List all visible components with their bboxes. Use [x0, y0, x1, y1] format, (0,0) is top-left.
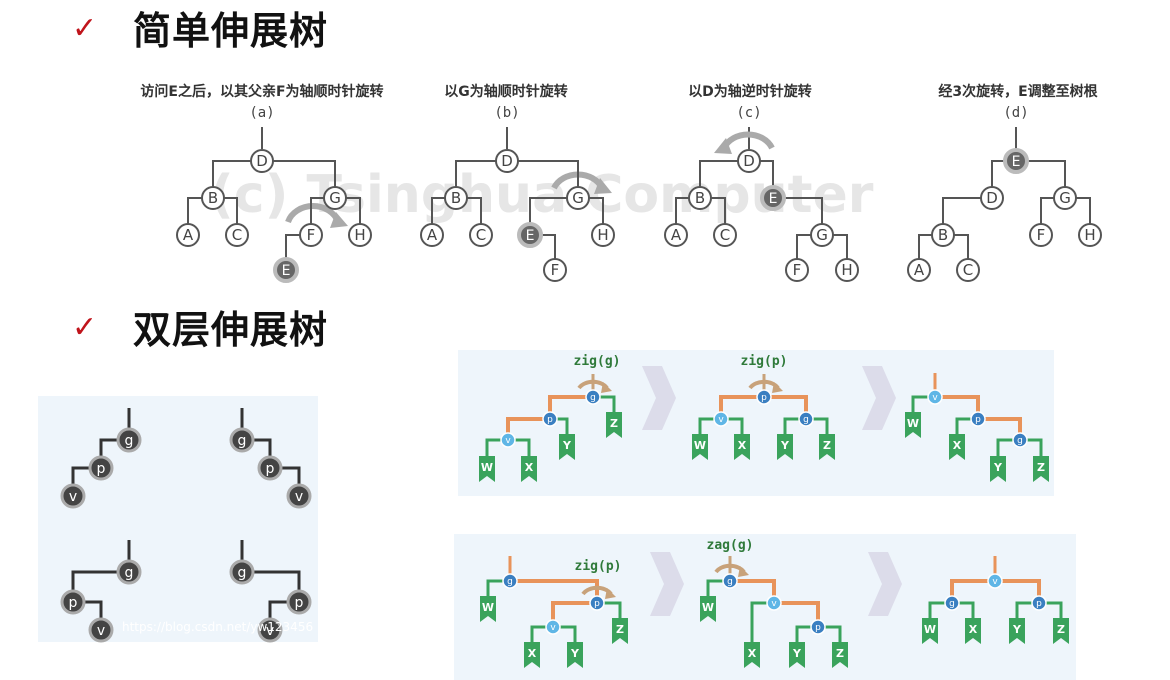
- splay-node-g: g: [502, 573, 518, 589]
- svg-text:Z: Z: [836, 647, 844, 660]
- splay-node-g: g: [944, 595, 960, 611]
- splay-node-p: p: [810, 619, 826, 635]
- splay-node-p: p: [756, 389, 772, 405]
- svg-text:Z: Z: [616, 623, 624, 636]
- svg-text:v: v: [550, 623, 556, 633]
- splay-node-v: v: [545, 619, 561, 635]
- subtree-leaf-w: W: [480, 596, 496, 622]
- splay-node-v: v: [987, 573, 1003, 589]
- svg-text:Y: Y: [993, 461, 1003, 474]
- svg-text:W: W: [481, 461, 493, 474]
- subtree-leaf-w: W: [479, 456, 495, 482]
- svg-text:v: v: [505, 436, 511, 446]
- subtree-leaf-y: Y: [777, 434, 793, 460]
- svg-text:v: v: [932, 393, 938, 403]
- subtree-leaf-z: Z: [1033, 456, 1049, 482]
- subtree-leaf-y: Y: [789, 642, 805, 668]
- op-label: zig(p): [575, 559, 622, 574]
- svg-text:g: g: [507, 577, 513, 587]
- svg-text:W: W: [482, 601, 494, 614]
- svg-text:p: p: [975, 415, 981, 425]
- svg-text:X: X: [528, 647, 537, 660]
- svg-text:g: g: [949, 599, 955, 609]
- dual-sequence-figure: zig(g) zig(p) zig(p) zag(g) g p v Z Y W Xp v g W X…: [479, 354, 1069, 668]
- svg-text:W: W: [924, 623, 936, 636]
- subtree-leaf-x: X: [965, 618, 981, 644]
- svg-text:Y: Y: [792, 647, 802, 660]
- svg-text:v: v: [992, 577, 998, 587]
- op-label: zag(g): [707, 538, 754, 553]
- splay-node-v: v: [927, 389, 943, 405]
- svg-text:X: X: [748, 647, 757, 660]
- subtree-leaf-y: Y: [1009, 618, 1025, 644]
- svg-text:X: X: [525, 461, 534, 474]
- svg-text:W: W: [907, 417, 919, 430]
- next-step-arrow-icon: [862, 366, 896, 430]
- svg-text:Y: Y: [780, 439, 790, 452]
- subtree-leaf-x: X: [734, 434, 750, 460]
- subtree-leaf-z: Z: [832, 642, 848, 668]
- subtree-leaf-z: Z: [612, 618, 628, 644]
- subtree-leaf-w: W: [905, 412, 921, 438]
- svg-text:g: g: [1017, 436, 1023, 446]
- svg-text:W: W: [702, 601, 714, 614]
- svg-text:Z: Z: [1057, 623, 1065, 636]
- svg-text:v: v: [771, 599, 777, 609]
- subtree-leaf-y: Y: [559, 434, 575, 460]
- svg-text:X: X: [738, 439, 747, 452]
- svg-text:X: X: [969, 623, 978, 636]
- svg-text:Y: Y: [1012, 623, 1022, 636]
- subtree-leaf-x: X: [521, 456, 537, 482]
- op-label: zig(g): [574, 354, 621, 369]
- splay-node-p: p: [589, 595, 605, 611]
- subtree-leaf-x: X: [744, 642, 760, 668]
- svg-text:Z: Z: [823, 439, 831, 452]
- splay-node-v: v: [766, 595, 782, 611]
- svg-text:Y: Y: [570, 647, 580, 660]
- splay-node-p: p: [542, 411, 558, 427]
- splay-node-g: g: [1012, 432, 1028, 448]
- svg-text:Y: Y: [562, 439, 572, 452]
- splay-node-g: g: [722, 573, 738, 589]
- svg-text:p: p: [1036, 599, 1042, 609]
- svg-text:p: p: [815, 623, 821, 633]
- splay-node-v: v: [500, 432, 516, 448]
- svg-text:v: v: [718, 415, 724, 425]
- svg-text:X: X: [953, 439, 962, 452]
- op-label: zig(p): [741, 354, 788, 369]
- subtree-leaf-x: X: [524, 642, 540, 668]
- splay-node-p: p: [1031, 595, 1047, 611]
- svg-text:g: g: [803, 415, 809, 425]
- svg-text:W: W: [694, 439, 706, 452]
- subtree-leaf-w: W: [700, 596, 716, 622]
- next-step-arrow-icon: [650, 552, 684, 616]
- splay-node-g: g: [585, 389, 601, 405]
- subtree-leaf-y: Y: [567, 642, 583, 668]
- svg-text:g: g: [727, 577, 733, 587]
- splay-node-v: v: [713, 411, 729, 427]
- svg-text:p: p: [547, 415, 553, 425]
- svg-text:Z: Z: [610, 417, 618, 430]
- subtree-leaf-x: X: [949, 434, 965, 460]
- subtree-leaf-z: Z: [1053, 618, 1069, 644]
- subtree-leaf-z: Z: [606, 412, 622, 438]
- svg-text:g: g: [590, 393, 596, 403]
- next-step-arrow-icon: [642, 366, 676, 430]
- subtree-leaf-z: Z: [819, 434, 835, 460]
- splay-node-g: g: [798, 411, 814, 427]
- subtree-leaf-w: W: [922, 618, 938, 644]
- svg-text:Z: Z: [1037, 461, 1045, 474]
- subtree-leaf-y: Y: [990, 456, 1006, 482]
- subtree-leaf-w: W: [692, 434, 708, 460]
- svg-text:p: p: [594, 599, 600, 609]
- svg-text:p: p: [761, 393, 767, 403]
- splay-node-p: p: [970, 411, 986, 427]
- next-step-arrow-icon: [868, 552, 902, 616]
